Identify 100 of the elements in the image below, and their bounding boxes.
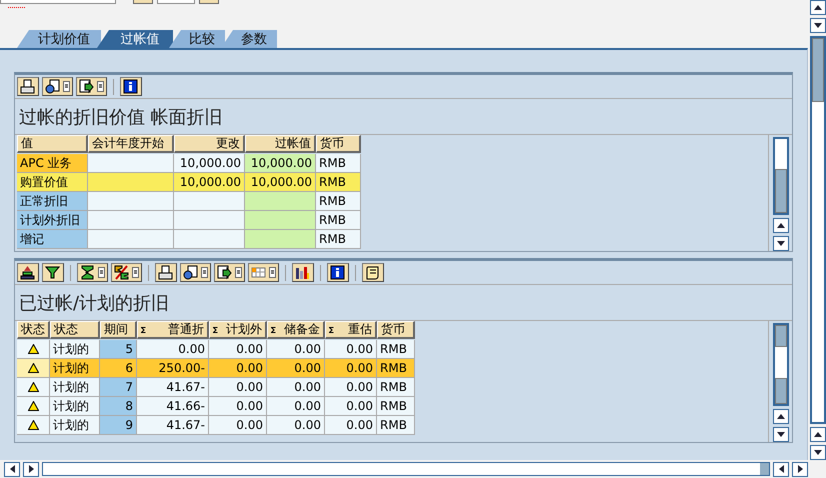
column-header[interactable]: 储备金	[267, 321, 325, 339]
subtotal-icon	[114, 265, 129, 280]
printer-icon	[158, 265, 173, 280]
scroll-up-button[interactable]	[810, 427, 826, 442]
warning-triangle-icon	[28, 382, 38, 392]
scroll-down-button[interactable]	[772, 236, 788, 251]
scroll-right-button[interactable]	[792, 462, 808, 476]
scroll-left-button[interactable]	[4, 462, 20, 476]
table-cell: 41.67-	[137, 378, 209, 397]
document-export-icon	[217, 265, 232, 280]
filter-icon	[45, 265, 60, 280]
row-label-cell[interactable]: 增记	[17, 230, 88, 249]
scrollbar-track[interactable]	[772, 137, 788, 215]
table-cell: 0.00	[325, 340, 377, 359]
column-header[interactable]: 货币	[316, 135, 361, 153]
export-button[interactable]	[214, 263, 245, 282]
table-cell	[174, 192, 245, 211]
scrollbar-track[interactable]	[772, 323, 788, 406]
view-button[interactable]	[180, 263, 211, 282]
info-button[interactable]	[327, 263, 349, 282]
row-label-cell[interactable]: 购置价值	[17, 173, 88, 192]
tab[interactable]: 计划价值	[17, 30, 101, 48]
scroll-down-button[interactable]	[810, 18, 826, 33]
document-export-icon	[79, 79, 94, 94]
table-cell: 8	[100, 397, 137, 416]
column-header[interactable]: 状态	[50, 321, 100, 339]
column-header[interactable]: 过帐值	[245, 135, 316, 153]
scroll-right-button[interactable]	[23, 462, 39, 476]
scroll-down-button[interactable]	[810, 445, 826, 460]
print-button[interactable]	[17, 77, 39, 96]
column-header[interactable]: 更改	[174, 135, 245, 153]
scroll-icon	[365, 265, 380, 280]
layout-button[interactable]	[248, 263, 279, 282]
down-arrow-icon	[813, 449, 823, 456]
table-cell: 250.00-	[137, 359, 209, 378]
table-cell: RMB	[377, 340, 415, 359]
sum-button[interactable]	[77, 263, 108, 282]
notes-button[interactable]	[362, 263, 384, 282]
table-cell: RMB	[377, 359, 415, 378]
scroll-up-button[interactable]	[810, 0, 826, 15]
table-cell: 6	[100, 359, 137, 378]
export-button[interactable]	[76, 77, 107, 96]
table-cell: 0.00	[267, 416, 325, 435]
column-header[interactable]: 普通折	[137, 321, 209, 339]
scroll-left-button[interactable]	[773, 462, 789, 476]
table-cell: 计划的	[50, 378, 100, 397]
input-field[interactable]	[0, 0, 116, 4]
column-header[interactable]: 期间	[100, 321, 137, 339]
scrollbar-thumb[interactable]	[774, 378, 786, 404]
scrollbar-thumb[interactable]	[812, 38, 824, 102]
table-cell: 0.00	[267, 340, 325, 359]
column-header[interactable]: 值	[17, 135, 88, 153]
warning-triangle-icon	[28, 401, 38, 411]
column-header[interactable]: 状态	[17, 321, 50, 339]
table-cell: 计划的	[50, 416, 100, 435]
toolbar-button[interactable]	[133, 0, 153, 4]
table-cell	[174, 211, 245, 230]
row-label-cell[interactable]: 计划外折旧	[17, 211, 88, 230]
bar-chart-icon	[295, 265, 310, 280]
chart-button[interactable]	[292, 263, 314, 282]
column-header[interactable]: 重估	[325, 321, 377, 339]
scroll-down-button[interactable]	[772, 427, 788, 442]
table-cell: 计划的	[50, 340, 100, 359]
sum-icon	[80, 265, 95, 280]
input-field[interactable]	[157, 0, 195, 4]
table-cell: 计划的	[50, 359, 100, 378]
filter-button[interactable]	[42, 263, 64, 282]
up-arrow-icon	[813, 4, 823, 11]
sort-button[interactable]	[17, 263, 39, 282]
warning-triangle-icon	[28, 344, 38, 354]
table-cell: RMB	[377, 378, 415, 397]
table-cell: 7	[100, 378, 137, 397]
dropdown-list-icon	[63, 81, 70, 92]
tab[interactable]: 过帐值	[97, 30, 173, 48]
row-label-cell[interactable]: APC 业务	[17, 154, 88, 173]
up-arrow-icon	[813, 431, 823, 438]
column-header[interactable]: 会计年度开始	[88, 135, 174, 153]
table-cell: RMB	[316, 211, 361, 230]
dropdown-list-icon	[97, 81, 104, 92]
scroll-up-button[interactable]	[772, 409, 788, 424]
subtotal-button[interactable]	[111, 263, 142, 282]
scrollbar-track[interactable]	[810, 36, 826, 424]
table-cell: 5	[100, 340, 137, 359]
scrollbar-track[interactable]	[42, 462, 770, 476]
scrollbar-thumb[interactable]	[760, 463, 769, 475]
table-cell: RMB	[316, 230, 361, 249]
print-button[interactable]	[155, 263, 177, 282]
column-header[interactable]: 货币	[377, 321, 415, 339]
row-label-cell[interactable]: 正常折旧	[17, 192, 88, 211]
scroll-up-button[interactable]	[772, 218, 788, 233]
dropdown-list-icon	[269, 267, 276, 278]
view-button[interactable]	[42, 77, 73, 96]
dropdown-list-icon	[235, 267, 242, 278]
toolbar-button[interactable]	[199, 0, 219, 4]
table-cell: 41.66-	[137, 397, 209, 416]
tab[interactable]: 比较	[169, 30, 225, 48]
column-header[interactable]: 计划外	[209, 321, 267, 339]
info-button[interactable]	[120, 77, 142, 96]
scrollbar-thumb[interactable]	[774, 325, 786, 347]
scrollbar-thumb[interactable]	[774, 169, 786, 213]
